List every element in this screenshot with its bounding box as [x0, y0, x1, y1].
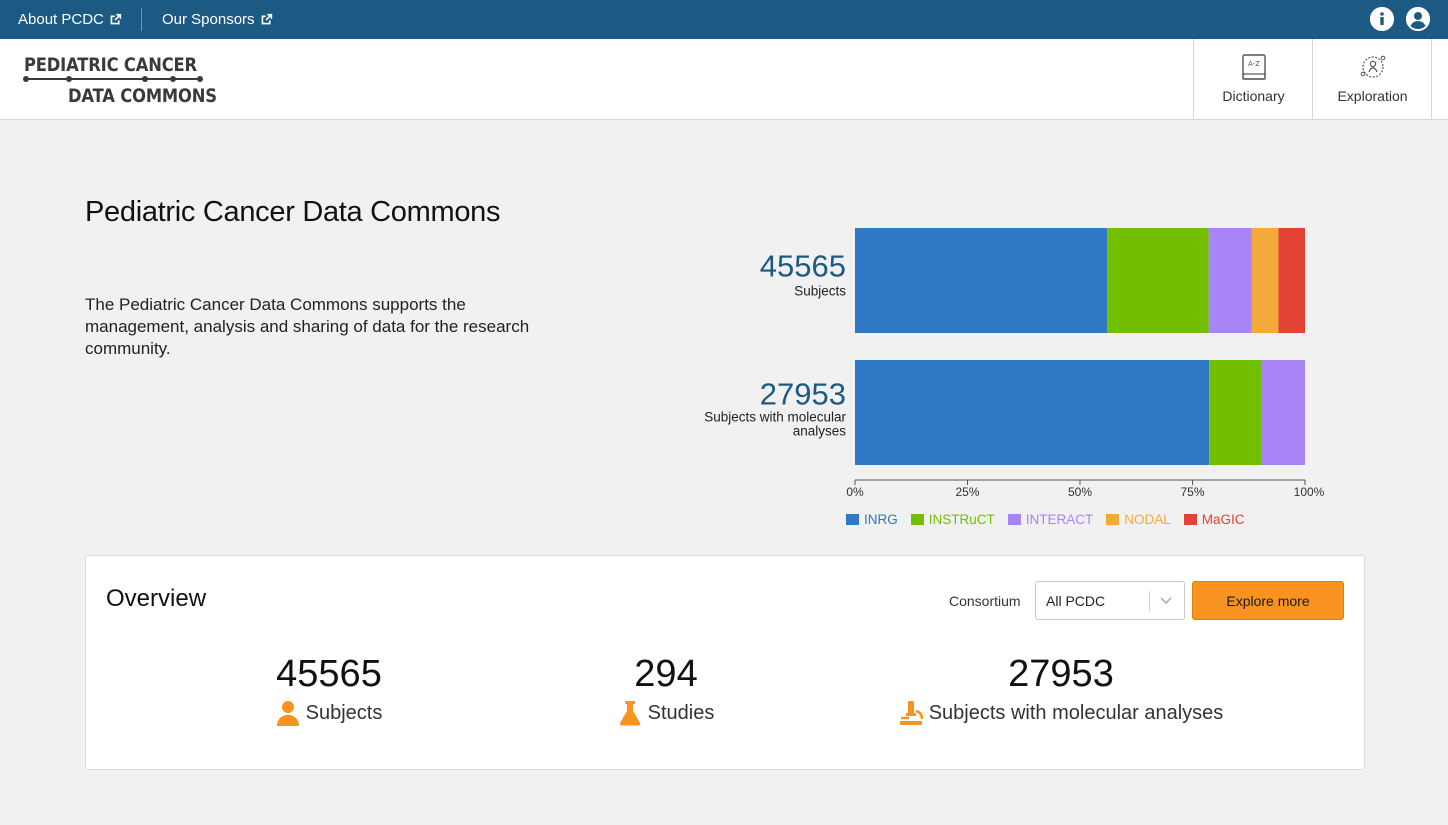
legend-item-interact: INTERACT — [1007, 512, 1094, 527]
consortium-select[interactable]: All PCDC — [1035, 581, 1185, 620]
stat-studies-value: 294 — [634, 653, 698, 695]
bar-segment-interact — [1261, 360, 1305, 465]
legend-swatch — [910, 514, 924, 525]
x-tick-label: 75% — [1180, 485, 1204, 499]
stat-molecular-value: 27953 — [1008, 653, 1114, 695]
consortium-label: Consortium — [949, 593, 1021, 609]
stat-subjects: 45565 Subjects — [224, 652, 434, 726]
stat-molecular-label: Subjects with molecular analyses — [928, 701, 1224, 724]
bar-segment-inrg — [855, 360, 1210, 465]
top-bar-divider — [141, 8, 142, 31]
user-account-icon[interactable] — [1406, 7, 1430, 31]
overview-card: Overview Consortium All PCDC Explore mor… — [85, 555, 1365, 770]
legend-label: MaGIC — [1201, 512, 1245, 527]
exploration-icon — [1360, 55, 1385, 78]
stat-subjects-label: Subjects — [305, 701, 383, 724]
overview-title: Overview — [106, 585, 207, 612]
category-label: Subjects with molecular — [704, 410, 846, 425]
external-link-icon — [261, 13, 272, 25]
stat-molecular-caption: Subjects with molecular analyses — [856, 700, 1266, 726]
about-pcdc-link[interactable]: About PCDC — [18, 11, 122, 28]
bar-segment-interact — [1208, 228, 1252, 333]
svg-text:A-Z: A-Z — [1248, 60, 1260, 68]
x-tick-label: 50% — [1068, 485, 1092, 499]
stat-subjects-value: 45565 — [276, 653, 382, 695]
logo-dot — [66, 76, 72, 82]
legend-item-instruct: INSTRuCT — [910, 512, 995, 527]
page-description: The Pediatric Cancer Data Commons suppor… — [85, 295, 530, 358]
consortium-distribution-chart: 45565 Subjects 27953 Subjects with molecula… — [660, 200, 1360, 540]
chart-legend: INRG INSTRuCT INTERACT NODAL MaGIC — [846, 512, 1245, 527]
legend-swatch — [846, 514, 859, 525]
user-icon — [276, 701, 299, 726]
site-header: PEDIATRIC CANCER DATA COMMONS A-Z Dictio… — [0, 39, 1448, 120]
legend-swatch — [1007, 514, 1021, 525]
legend-swatch — [1183, 514, 1197, 525]
bar-segment-instruct — [1209, 360, 1262, 465]
nav-dictionary[interactable]: A-Z Dictionary — [1193, 39, 1313, 119]
pcdc-logo[interactable]: PEDIATRIC CANCER DATA COMMONS — [23, 54, 217, 107]
nav-dictionary-label: Dictionary — [1222, 88, 1285, 104]
logo-dot — [197, 76, 203, 82]
about-pcdc-label: About PCDC — [18, 11, 104, 28]
chart-canvas: 45565Subjects 27953Subjects with molecula… — [704, 228, 1325, 499]
legend-item-magic: MaGIC — [1183, 512, 1245, 527]
explore-more-button[interactable]: Explore more — [1192, 581, 1344, 620]
legend-label: INRG — [864, 512, 898, 527]
microscope-icon — [899, 701, 923, 725]
our-sponsors-label: Our Sponsors — [162, 11, 255, 28]
stat-studies-label: Studies — [647, 701, 715, 724]
top-bar: About PCDC Our Sponsors — [0, 0, 1448, 39]
nav-exploration[interactable]: Exploration — [1312, 39, 1432, 119]
external-link-icon — [110, 13, 122, 25]
bar-segment-instruct — [1107, 228, 1209, 333]
stat-studies: 294 Studies — [566, 652, 766, 726]
logo-dot — [142, 76, 148, 82]
consortium-select-value: All PCDC — [1046, 593, 1106, 609]
bar-segment-nodal — [1251, 228, 1279, 333]
logo-dot — [23, 76, 29, 82]
legend-item-inrg: INRG — [846, 512, 898, 527]
category-label: analyses — [793, 424, 847, 439]
category-label: Subjects — [794, 284, 846, 299]
info-icon[interactable] — [1370, 7, 1394, 31]
legend-label: INTERACT — [1025, 512, 1094, 527]
x-tick-label: 100% — [1294, 485, 1325, 499]
legend-item-nodal: NODAL — [1106, 512, 1171, 527]
nav-divider — [1431, 39, 1432, 119]
chevron-down-icon — [1160, 597, 1172, 605]
x-tick-label: 25% — [955, 485, 979, 499]
flask-icon — [619, 701, 640, 726]
dictionary-book-icon: A-Z — [1241, 54, 1266, 80]
x-tick-label: 0% — [846, 485, 864, 499]
logo-text-line1: PEDIATRIC CANCER — [24, 54, 197, 76]
bar-segment-inrg — [855, 228, 1107, 333]
select-divider — [1149, 591, 1150, 611]
legend-label: INSTRuCT — [928, 512, 995, 527]
category-total: 45565 — [760, 249, 846, 284]
category-total: 27953 — [760, 377, 846, 412]
page-title: Pediatric Cancer Data Commons — [85, 196, 501, 228]
stat-molecular: 27953 Subjects with molecular analyses — [856, 652, 1266, 726]
logo-dot — [170, 76, 176, 82]
stat-studies-caption: Studies — [566, 700, 766, 726]
legend-label: NODAL — [1124, 512, 1171, 527]
bar-segment-magic — [1278, 228, 1305, 333]
stat-subjects-caption: Subjects — [224, 700, 434, 726]
logo-text-line2: DATA COMMONS — [68, 85, 217, 107]
legend-swatch — [1106, 514, 1120, 525]
our-sponsors-link[interactable]: Our Sponsors — [162, 11, 273, 28]
nav-exploration-label: Exploration — [1337, 88, 1408, 104]
